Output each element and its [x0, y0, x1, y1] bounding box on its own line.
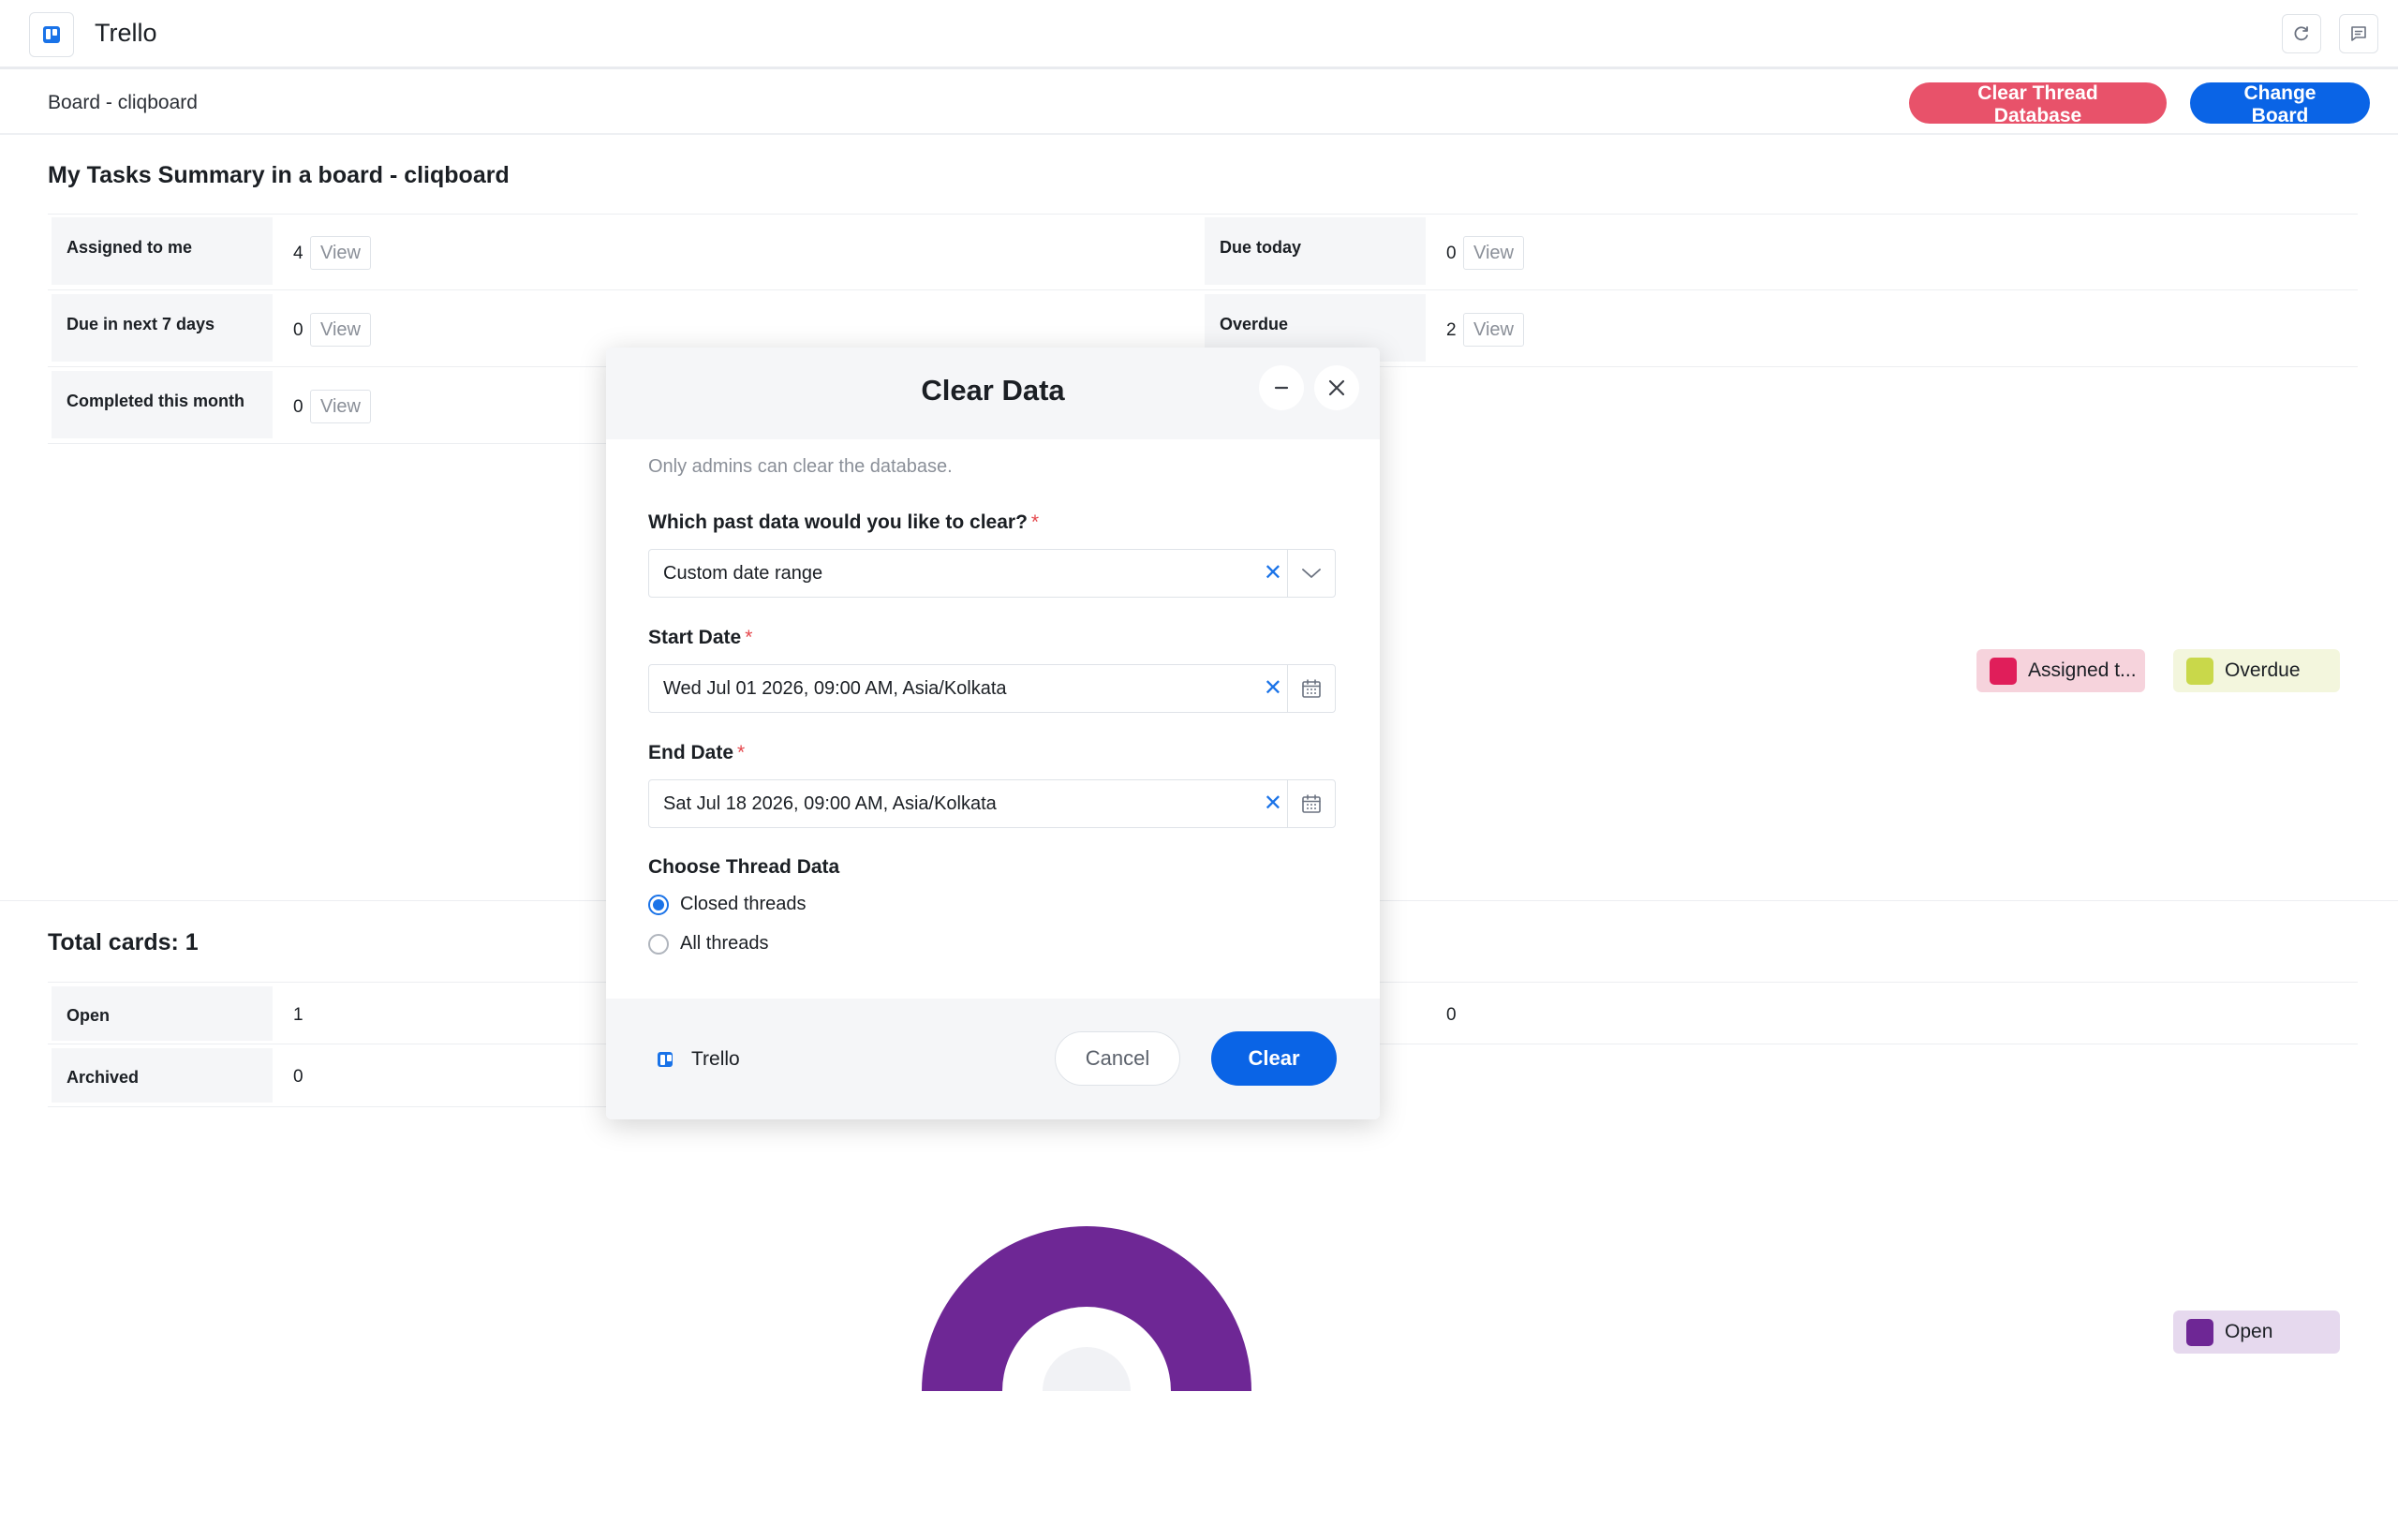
view-due-next-7-days-button[interactable]: View	[310, 313, 371, 347]
summary-value: 0	[293, 320, 303, 340]
calendar-icon	[1302, 679, 1321, 698]
trello-logo-icon	[43, 26, 60, 43]
app-title: Trello	[95, 19, 157, 47]
start-date-value: Wed Jul 01 2026, 09:00 AM, Asia/Kolkata	[663, 678, 1007, 699]
start-date-label: Start Date *	[648, 627, 753, 648]
total-cards-right-value: 0	[1446, 1005, 1457, 1025]
view-assigned-button[interactable]: View	[310, 236, 371, 270]
legend-swatch	[1990, 657, 2017, 685]
summary-row: Due today 0 View	[1201, 214, 2353, 289]
legend-assigned[interactable]: Assigned t...	[1976, 649, 2145, 692]
radio-label: All threads	[680, 933, 769, 954]
data-range-select[interactable]: Custom date range ✕	[648, 549, 1336, 598]
view-overdue-button[interactable]: View	[1463, 313, 1524, 347]
data-range-value: Custom date range	[663, 563, 823, 584]
total-cards-title: Total cards: 1	[48, 929, 199, 955]
summary-value: 0	[293, 397, 303, 417]
radio-all-threads[interactable]: All threads	[648, 933, 769, 955]
clear-button[interactable]: Clear	[1211, 1031, 1337, 1086]
modal-header: Clear Data	[606, 348, 1380, 439]
app-logo	[29, 12, 74, 57]
summary-title: My Tasks Summary in a board - cliqboard	[48, 162, 510, 188]
modal-footer: Trello Cancel Clear	[606, 999, 1380, 1119]
minimize-button[interactable]	[1259, 365, 1304, 410]
end-date-label-text: End Date	[648, 742, 734, 763]
clear-start-date-icon[interactable]: ✕	[1264, 674, 1282, 702]
board-toolbar: Board - cliqboard Clear Thread Database …	[0, 69, 2398, 135]
dropdown-toggle[interactable]	[1287, 550, 1335, 597]
legend-label: Assigned t...	[2028, 659, 2137, 681]
change-board-button[interactable]: Change Board	[2190, 82, 2370, 126]
total-cards-value: 1	[293, 1005, 303, 1025]
refresh-icon	[2294, 26, 2308, 41]
total-cards-label: Open	[52, 986, 273, 1041]
footer-brand-name: Trello	[691, 1048, 740, 1070]
radio-button[interactable]	[648, 894, 669, 915]
start-date-field[interactable]: Wed Jul 01 2026, 09:00 AM, Asia/Kolkata …	[648, 664, 1336, 713]
total-cards-label: Archived	[52, 1048, 273, 1103]
minimize-icon	[1274, 386, 1289, 390]
data-range-label: Which past data would you like to clear?…	[648, 511, 1040, 533]
view-completed-button[interactable]: View	[310, 390, 371, 423]
legend-swatch	[2186, 1318, 2213, 1346]
donut-center	[1043, 1347, 1131, 1391]
end-date-value: Sat Jul 18 2026, 09:00 AM, Asia/Kolkata	[663, 793, 997, 814]
radio-button[interactable]	[648, 933, 669, 955]
clear-thread-database-button[interactable]: Clear Thread Database	[1909, 82, 2167, 126]
thread-data-label: Choose Thread Data	[648, 856, 840, 878]
refresh-button[interactable]	[2282, 14, 2321, 53]
trello-logo-icon	[658, 1052, 673, 1067]
summary-label: Completed this month	[52, 371, 273, 438]
end-date-field[interactable]: Sat Jul 18 2026, 09:00 AM, Asia/Kolkata …	[648, 779, 1336, 828]
view-due-today-button[interactable]: View	[1463, 236, 1524, 270]
summary-label: Due in next 7 days	[52, 294, 273, 362]
footer-brand: Trello	[658, 1048, 740, 1071]
start-date-label-text: Start Date	[648, 627, 742, 648]
admin-note: Only admins can clear the database.	[648, 456, 953, 477]
close-button[interactable]	[1314, 365, 1359, 410]
summary-value: 4	[293, 244, 303, 263]
legend-label: Overdue	[2225, 659, 2301, 681]
clear-end-date-icon[interactable]: ✕	[1264, 790, 1282, 817]
end-date-label: End Date *	[648, 742, 746, 763]
legend-open[interactable]: Open	[2173, 1310, 2340, 1354]
end-date-picker-button[interactable]	[1287, 780, 1335, 827]
cancel-button[interactable]: Cancel	[1055, 1031, 1180, 1086]
summary-row: Assigned to me 4 View	[48, 214, 1200, 289]
summary-label: Due today	[1205, 217, 1426, 285]
summary-value: 0	[1446, 244, 1457, 263]
summary-value: 2	[1446, 320, 1457, 340]
summary-label: Assigned to me	[52, 217, 273, 285]
chat-button[interactable]	[2339, 14, 2378, 53]
open-cards-donut-chart	[922, 1226, 1251, 1391]
legend-overdue[interactable]: Overdue	[2173, 649, 2340, 692]
radio-closed-threads[interactable]: Closed threads	[648, 894, 807, 915]
radio-label: Closed threads	[680, 894, 807, 914]
total-cards-value: 0	[293, 1067, 303, 1087]
message-icon	[2351, 26, 2366, 41]
start-date-picker-button[interactable]	[1287, 665, 1335, 712]
legend-swatch	[2186, 657, 2213, 685]
legend-label: Open	[2225, 1321, 2273, 1342]
clear-selection-icon[interactable]: ✕	[1264, 559, 1282, 586]
close-icon	[1328, 379, 1345, 396]
calendar-icon	[1302, 794, 1321, 813]
chevron-down-icon	[1302, 569, 1321, 578]
board-label: Board - cliqboard	[48, 92, 198, 113]
app-header: Trello	[0, 0, 2398, 69]
data-range-label-text: Which past data would you like to clear?	[648, 511, 1028, 533]
clear-data-modal: Clear Data Only admins can clear the dat…	[606, 348, 1380, 1119]
